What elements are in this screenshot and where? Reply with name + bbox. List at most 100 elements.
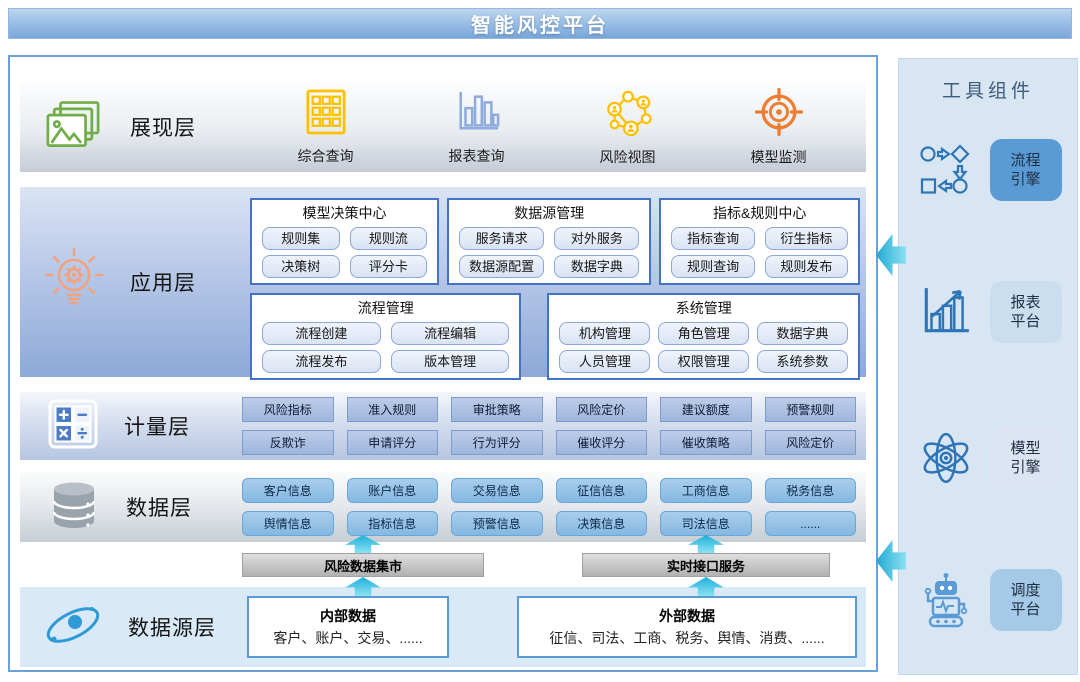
module-chip: 数据字典 [554, 255, 639, 278]
tool-button-schedule-platform: 调度平台 [990, 569, 1062, 631]
group-title: 模型决策中心 [258, 203, 431, 223]
measure-chip: 建议额度 [660, 397, 752, 422]
pres-item-label: 报表查询 [449, 146, 505, 166]
pres-item: 报表查询 [449, 89, 505, 166]
presentation-items: 综合查询 报表查询 [250, 82, 866, 172]
tool-button-label: 调度平台 [1009, 581, 1043, 620]
tool-button-label: 模型引擎 [1009, 439, 1043, 478]
pres-item-label: 风险视图 [600, 147, 656, 167]
measure-chip: 审批策略 [451, 397, 543, 422]
data-chip: ...... [765, 511, 857, 536]
atom-icon [915, 429, 977, 487]
risk-data-mart-bar: 风险数据集市 [242, 553, 484, 577]
flowchart-icon [915, 142, 977, 198]
internal-data-desc: 客户、账户、交易、...... [273, 628, 422, 648]
group-process-management: 流程管理 流程创建 流程编辑 流程发布 版本管理 [250, 293, 521, 380]
measure-chip: 预警规则 [765, 397, 857, 422]
pres-item: 综合查询 [298, 89, 354, 166]
data-chip: 舆情信息 [242, 511, 334, 536]
group-grid: 服务请求 对外服务 数据源配置 数据字典 [455, 227, 643, 278]
layer-label: 数据源层 [128, 612, 216, 642]
external-data-box: 外部数据 征信、司法、工商、税务、舆情、消费、...... [517, 596, 857, 658]
data-row-2: 舆情信息 指标信息 预警信息 决策信息 司法信息 ...... [242, 511, 856, 536]
module-chip: 服务请求 [459, 227, 544, 250]
tool-button-label: 流程引擎 [1009, 151, 1043, 190]
module-chip: 角色管理 [658, 322, 749, 345]
module-chip: 数据字典 [757, 322, 848, 345]
group-title: 数据源管理 [455, 203, 643, 223]
tool-components-sidebar: 工具组件 流程引擎 [898, 58, 1078, 675]
measure-chip: 风险定价 [556, 397, 648, 422]
calculator-icon [48, 399, 98, 454]
module-chip: 规则集 [262, 227, 340, 250]
layer-head-application: 应用层 [20, 187, 250, 377]
external-data-desc: 征信、司法、工商、税务、舆情、消费、...... [549, 628, 824, 648]
external-data-title: 外部数据 [659, 606, 715, 626]
tool-row-schedule-platform: 调度平台 [899, 567, 1077, 633]
module-chip: 决策树 [262, 255, 340, 278]
application-row-1: 模型决策中心 规则集 规则流 决策树 评分卡 数据源管理 服务请求 对外服务 [250, 198, 860, 285]
measure-chip: 风险定价 [765, 430, 857, 455]
internal-data-title: 内部数据 [320, 606, 376, 626]
layer-label: 展现层 [130, 112, 196, 142]
module-chip: 规则流 [350, 227, 428, 250]
group-grid: 指标查询 衍生指标 规则查询 规则发布 [667, 227, 852, 278]
layer-measurement: 计量层 风险指标 准入规则 审批策略 风险定价 建议额度 预警规则 反欺诈 申请… [20, 392, 866, 460]
data-row-1: 客户信息 账户信息 交易信息 征信信息 工商信息 税务信息 [242, 478, 856, 503]
sidebar-title: 工具组件 [899, 76, 1077, 103]
layer-application: 应用层 模型决策中心 规则集 规则流 决策树 评分卡 数据源管理 [20, 187, 866, 377]
measure-chip: 催收评分 [556, 430, 648, 455]
measurement-row-1: 风险指标 准入规则 审批策略 风险定价 建议额度 预警规则 [242, 397, 856, 422]
group-datasource-management: 数据源管理 服务请求 对外服务 数据源配置 数据字典 [447, 198, 651, 285]
group-title: 流程管理 [258, 298, 513, 318]
measurement-chips: 风险指标 准入规则 审批策略 风险定价 建议额度 预警规则 反欺诈 申请评分 行… [242, 392, 866, 460]
data-chip: 预警信息 [451, 511, 543, 536]
bar-chart-icon [454, 89, 500, 140]
pres-item-label: 模型监测 [751, 147, 807, 167]
group-title: 指标&规则中心 [667, 203, 852, 223]
database-icon [48, 480, 100, 535]
group-system-management: 系统管理 机构管理 角色管理 数据字典 人员管理 权限管理 系统参数 [547, 293, 860, 380]
group-grid: 流程创建 流程编辑 流程发布 版本管理 [258, 322, 513, 373]
application-groups: 模型决策中心 规则集 规则流 决策树 评分卡 数据源管理 服务请求 对外服务 [250, 198, 860, 380]
layer-head-measurement: 计量层 [20, 392, 242, 460]
module-chip: 权限管理 [658, 350, 749, 373]
tool-row-model-engine: 模型引擎 [899, 425, 1077, 491]
module-chip: 版本管理 [391, 350, 510, 373]
group-grid: 机构管理 角色管理 数据字典 人员管理 权限管理 系统参数 [555, 322, 852, 373]
module-chip: 流程编辑 [391, 322, 510, 345]
data-chip: 交易信息 [451, 478, 543, 503]
measure-chip: 行为评分 [451, 430, 543, 455]
layer-data: 数据层 客户信息 账户信息 交易信息 征信信息 工商信息 税务信息 舆情信息 指… [20, 472, 866, 542]
data-chips: 客户信息 账户信息 交易信息 征信信息 工商信息 税务信息 舆情信息 指标信息 … [242, 472, 866, 542]
module-chip: 规则查询 [671, 255, 754, 278]
module-chip: 流程发布 [262, 350, 381, 373]
module-chip: 流程创建 [262, 322, 381, 345]
group-grid: 规则集 规则流 决策树 评分卡 [258, 227, 431, 278]
group-model-decision-center: 模型决策中心 规则集 规则流 决策树 评分卡 [250, 198, 439, 285]
lightbulb-icon [42, 245, 106, 320]
application-row-2: 流程管理 流程创建 流程编辑 流程发布 版本管理 系统管理 机构管理 角色管理 [250, 293, 860, 380]
module-chip: 人员管理 [559, 350, 650, 373]
data-chip: 客户信息 [242, 478, 334, 503]
tool-button-model-engine: 模型引擎 [990, 427, 1062, 489]
realtime-api-service-bar: 实时接口服务 [582, 553, 830, 577]
tool-row-process-engine: 流程引擎 [899, 137, 1077, 203]
data-chip: 征信信息 [556, 478, 648, 503]
data-chip: 工商信息 [660, 478, 752, 503]
measure-chip: 反欺诈 [242, 430, 334, 455]
measure-chip: 催收策略 [660, 430, 752, 455]
module-chip: 指标查询 [671, 227, 754, 250]
tool-button-label: 报表平台 [1009, 293, 1043, 332]
measure-chip: 准入规则 [347, 397, 439, 422]
data-chip: 司法信息 [660, 511, 752, 536]
pres-item: 模型监测 [751, 88, 807, 167]
module-chip: 系统参数 [757, 350, 848, 373]
galaxy-icon [40, 596, 106, 659]
tool-row-report-platform: 报表平台 [899, 279, 1077, 345]
layer-head-presentation: 展现层 [20, 82, 250, 172]
measure-chip: 申请评分 [347, 430, 439, 455]
data-chip: 账户信息 [347, 478, 439, 503]
group-indicator-rule-center: 指标&规则中心 指标查询 衍生指标 规则查询 规则发布 [659, 198, 860, 285]
module-chip: 数据源配置 [459, 255, 544, 278]
